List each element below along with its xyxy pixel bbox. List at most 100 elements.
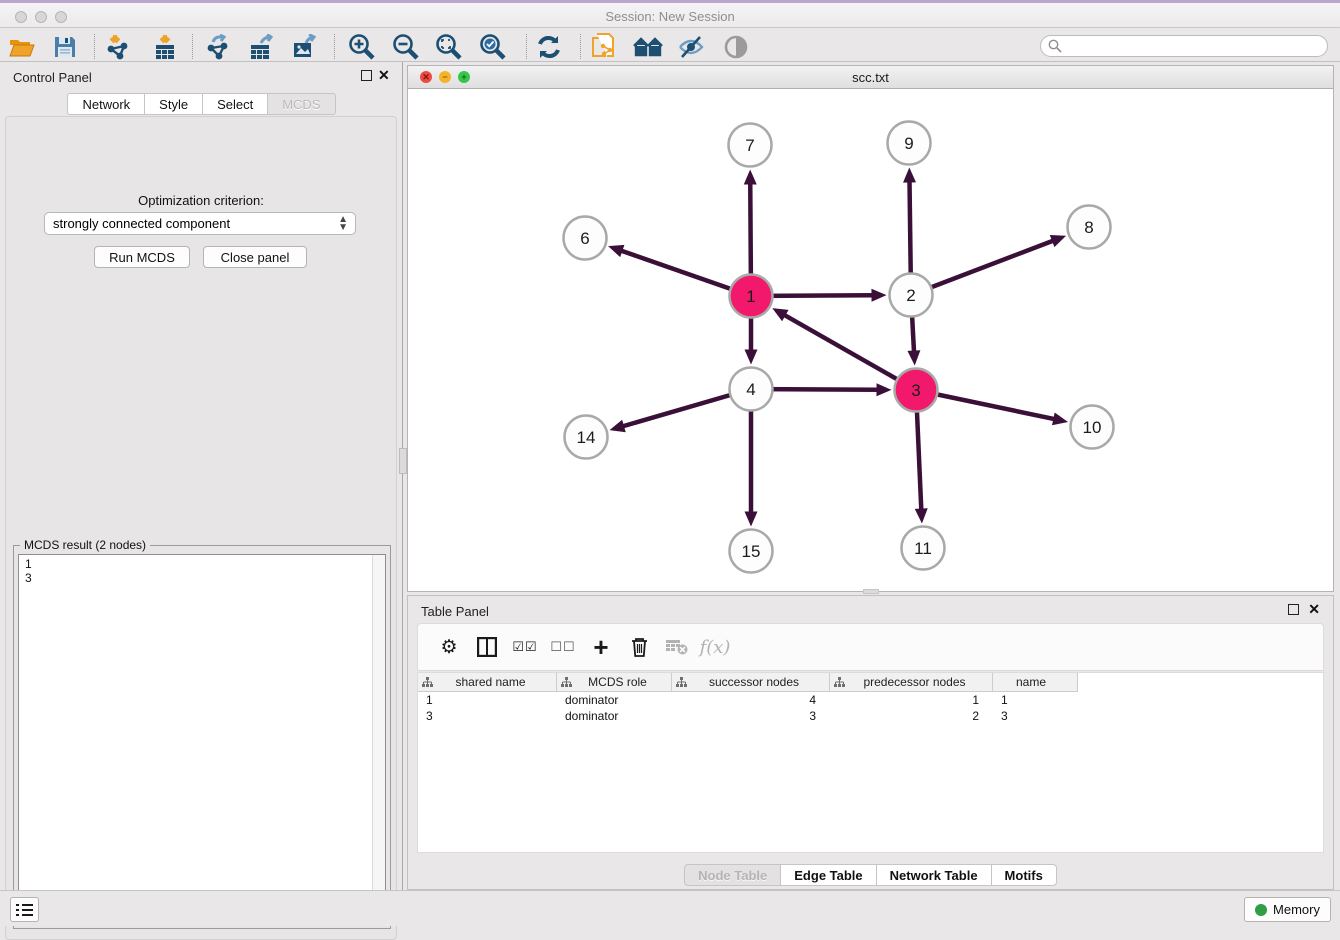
- zoom-fit-icon[interactable]: [433, 33, 463, 60]
- column-label: successor nodes: [687, 675, 829, 689]
- node-label-10: 10: [1083, 418, 1102, 437]
- tab-node-table[interactable]: Node Table: [684, 864, 781, 886]
- zoom-out-icon[interactable]: [390, 33, 420, 60]
- save-icon[interactable]: [50, 33, 80, 60]
- toolbar-separator: [526, 34, 527, 59]
- tab-edge-table[interactable]: Edge Table: [781, 864, 876, 886]
- task-history-button[interactable]: [10, 897, 39, 922]
- search-field[interactable]: [1040, 35, 1328, 57]
- table-row[interactable]: 1dominator411: [418, 692, 1323, 708]
- column-header-shared-name[interactable]: shared name: [418, 673, 557, 692]
- export-network-icon[interactable]: [203, 33, 233, 60]
- mcds-result-title: MCDS result (2 nodes): [20, 538, 150, 552]
- memory-status-icon: [1255, 904, 1267, 916]
- show-panel-icon[interactable]: [721, 33, 751, 60]
- edge-2-8[interactable]: [911, 241, 1053, 295]
- network-resize-grip[interactable]: [863, 589, 879, 594]
- run-mcds-button[interactable]: Run MCDS: [94, 246, 190, 268]
- edge-arrowhead: [610, 420, 626, 432]
- network-graph[interactable]: 1234678910111415: [408, 89, 1333, 591]
- node-label-9: 9: [904, 134, 913, 153]
- zoom-in-icon[interactable]: [346, 33, 376, 60]
- table-cell[interactable]: 3: [993, 708, 1078, 724]
- table-cell[interactable]: dominator: [557, 708, 672, 724]
- table-cell[interactable]: 4: [672, 692, 830, 708]
- toolbar-separator: [192, 34, 193, 59]
- edge-arrowhead: [876, 383, 891, 396]
- table-cell[interactable]: dominator: [557, 692, 672, 708]
- toolbar-separator: [334, 34, 335, 59]
- export-image-icon[interactable]: [290, 33, 320, 60]
- hide-panels-icon[interactable]: [676, 33, 706, 60]
- column-header-successor-nodes[interactable]: successor nodes: [672, 673, 830, 692]
- column-sort-icon: [422, 677, 433, 688]
- toolbar-separator: [94, 34, 95, 59]
- open-folder-icon[interactable]: [7, 33, 37, 60]
- control-panel-title: Control Panel: [13, 70, 92, 85]
- zoom-selected-icon[interactable]: [477, 33, 507, 60]
- table-cell[interactable]: 1: [418, 692, 557, 708]
- tab-mcds[interactable]: MCDS: [268, 93, 335, 115]
- deselect-all-icon[interactable]: ☐☐: [544, 639, 582, 655]
- mcds-panel: Optimization criterion: strongly connect…: [5, 116, 397, 940]
- select-all-icon[interactable]: ☑☑: [506, 639, 544, 655]
- add-column-icon[interactable]: +: [582, 632, 620, 663]
- control-panel: Control Panel ✕ NetworkStyleSelectMCDS O…: [0, 62, 403, 890]
- tab-network[interactable]: Network: [67, 93, 145, 115]
- table-tabs: Node TableEdge TableNetwork TableMotifs: [408, 864, 1333, 887]
- table-settings-icon[interactable]: ⚙: [430, 636, 468, 659]
- network-from-selection-icon[interactable]: [589, 33, 619, 60]
- search-input[interactable]: [1062, 39, 1327, 53]
- table-row[interactable]: 3dominator323: [418, 708, 1323, 724]
- panel-divider-grip[interactable]: [399, 448, 407, 474]
- table-cell[interactable]: 3: [418, 708, 557, 724]
- tab-select[interactable]: Select: [203, 93, 268, 115]
- edge-arrowhead: [903, 167, 916, 182]
- import-network-icon[interactable]: [103, 33, 133, 60]
- function-builder-icon: f(x): [696, 637, 734, 658]
- table-cell[interactable]: 3: [672, 708, 830, 724]
- table-panel-header: Table Panel ✕: [408, 596, 1333, 626]
- close-table-panel-icon[interactable]: ✕: [1308, 601, 1320, 617]
- node-label-4: 4: [746, 380, 755, 399]
- close-panel-button[interactable]: Close panel: [203, 246, 307, 268]
- node-label-14: 14: [577, 428, 596, 447]
- table-cell[interactable]: 1: [830, 692, 993, 708]
- table-toolbar: ⚙ ☑☑ ☐☐ + f(x): [417, 623, 1324, 671]
- window-titlebar: Session: New Session: [0, 0, 1340, 28]
- tab-style[interactable]: Style: [145, 93, 203, 115]
- column-header-name[interactable]: name: [993, 673, 1078, 692]
- import-table-icon[interactable]: [150, 33, 180, 60]
- tab-motifs[interactable]: Motifs: [992, 864, 1057, 886]
- edge-arrowhead: [744, 169, 757, 184]
- table-cell[interactable]: 2: [830, 708, 993, 724]
- network-view-window: ✕ − + scc.txt 1234678910111415: [407, 65, 1334, 592]
- float-panel-icon[interactable]: [361, 70, 372, 81]
- tab-network-table[interactable]: Network Table: [877, 864, 992, 886]
- column-header-MCDS-role[interactable]: MCDS role: [557, 673, 672, 692]
- node-label-8: 8: [1084, 218, 1093, 237]
- task-list-icon: [16, 903, 33, 917]
- network-canvas[interactable]: 1234678910111415: [408, 89, 1333, 591]
- result-scrollbar[interactable]: [372, 555, 385, 923]
- delete-column-icon[interactable]: [620, 637, 658, 657]
- edge-arrowhead: [745, 350, 758, 365]
- home-icon[interactable]: [633, 33, 663, 60]
- node-table[interactable]: shared nameMCDS role successor nodes prede…: [417, 672, 1324, 853]
- mcds-result-text[interactable]: 1 3: [18, 554, 386, 924]
- close-panel-icon[interactable]: ✕: [378, 67, 390, 83]
- float-table-panel-icon[interactable]: [1288, 604, 1299, 615]
- close-panel-label: Close panel: [221, 250, 290, 265]
- apply-layout-icon[interactable]: [534, 33, 564, 60]
- table-header-row: shared nameMCDS role successor nodes prede…: [418, 673, 1323, 692]
- export-table-icon[interactable]: [247, 33, 277, 60]
- show-columns-icon[interactable]: [468, 637, 506, 657]
- optimization-criterion-select[interactable]: strongly connected component ▲▼: [44, 212, 356, 235]
- column-header-predecessor-nodes[interactable]: predecessor nodes: [830, 673, 993, 692]
- memory-button[interactable]: Memory: [1244, 897, 1331, 922]
- node-label-6: 6: [580, 229, 589, 248]
- table-cell[interactable]: 1: [993, 692, 1078, 708]
- edge-arrowhead: [1052, 413, 1068, 426]
- column-label: predecessor nodes: [845, 675, 992, 689]
- network-window-titlebar[interactable]: ✕ − + scc.txt: [408, 66, 1333, 89]
